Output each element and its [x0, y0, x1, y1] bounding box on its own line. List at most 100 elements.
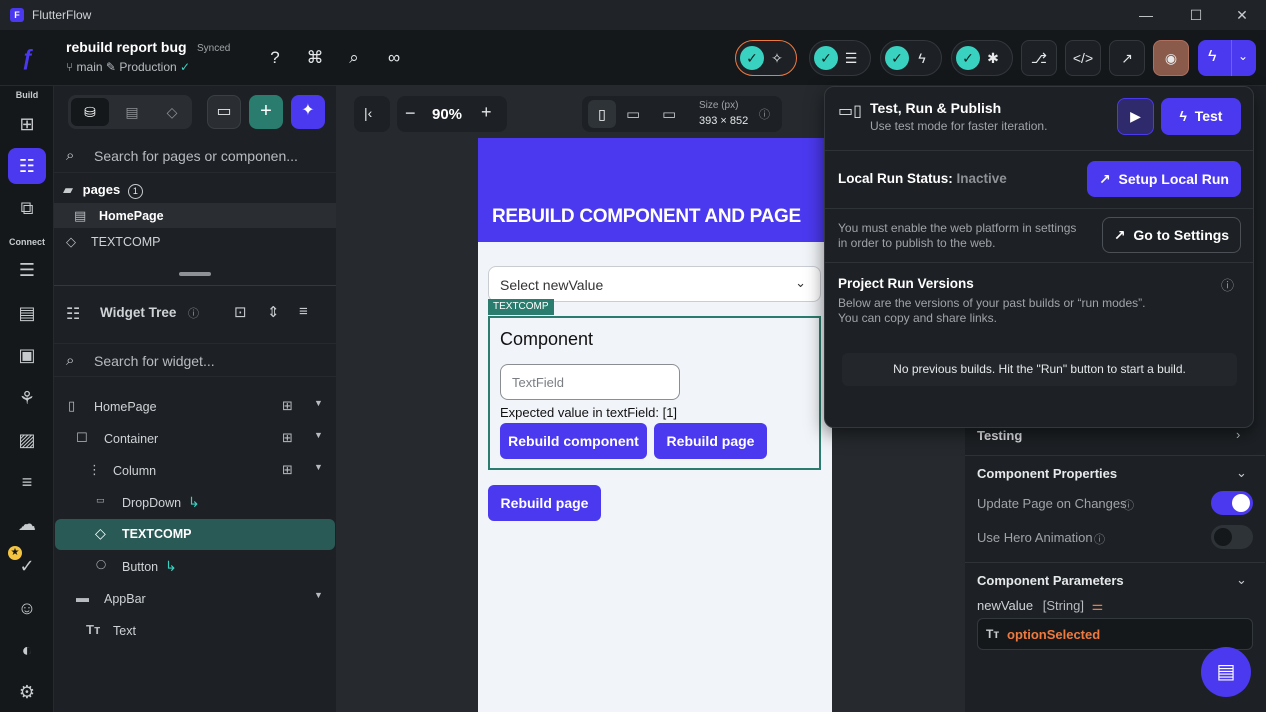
api-calls-icon[interactable]: ▣ [8, 337, 46, 373]
rebuild-page-inner-button[interactable]: Rebuild page [654, 423, 767, 459]
caret-down-icon[interactable]: ▼ [314, 398, 323, 408]
chevron-down-icon[interactable]: ⌄ [1236, 572, 1247, 588]
go-to-settings-button[interactable]: ↗ Go to Settings [1102, 217, 1241, 253]
chevron-right-icon[interactable]: › [1236, 427, 1240, 442]
components-tab-icon[interactable]: ◇ [153, 98, 191, 126]
widget-search[interactable]: ⌕ Search for widget... [54, 343, 336, 377]
caret-down-icon[interactable]: ▼ [314, 590, 323, 600]
rebuild-page-button[interactable]: Rebuild page [488, 485, 601, 521]
project-name[interactable]: rebuild report bug [66, 39, 187, 55]
command-icon[interactable]: ⌘ [303, 46, 327, 70]
cloud-functions-icon[interactable]: ☁ [8, 506, 46, 542]
zoom-in-button[interactable]: + [481, 102, 492, 123]
link-icon[interactable]: ∞ [382, 46, 406, 70]
component-properties-section[interactable]: Component Properties [977, 466, 1117, 481]
drag-handle[interactable] [179, 272, 211, 276]
component-parameters-section[interactable]: Component Parameters [977, 573, 1124, 588]
agents-icon[interactable]: ☺ [8, 590, 46, 626]
widget-search-input[interactable]: Search for widget... [94, 353, 215, 369]
tablet-device-icon[interactable]: ▭ [626, 105, 640, 123]
add-widget-icon[interactable]: ⊞ [8, 106, 46, 142]
minimize-button[interactable]: — [1126, 4, 1166, 26]
add-child-icon[interactable]: ⊞ [282, 430, 293, 446]
tree-row-button[interactable]: ◯ Button ↳ [54, 552, 336, 582]
check-icon: ✓ [180, 60, 191, 74]
setup-local-run-button[interactable]: ↗ Setup Local Run [1087, 161, 1241, 197]
settings-gear-icon[interactable]: ⚙ [8, 674, 46, 710]
code-icon[interactable]: </> [1065, 40, 1101, 76]
app-state-icon[interactable]: ▤ [8, 295, 46, 331]
local-run-status: Local Run Status: Inactive [838, 171, 1007, 186]
branching-icon[interactable]: ⎇ [1021, 40, 1057, 76]
chat-support-button[interactable]: ▤ [1201, 647, 1251, 697]
tree-row-text[interactable]: Tт Text [54, 616, 336, 646]
layers-tab-icon[interactable]: ▤ [113, 98, 151, 126]
test-button[interactable]: ϟ Test [1161, 98, 1241, 135]
ai-agent-pill[interactable]: ✓ ✧ [735, 40, 797, 76]
media-assets-icon[interactable]: ▨ [8, 422, 46, 458]
action-flow-icon[interactable]: ↳ [165, 558, 177, 575]
page-item[interactable]: ◇ TEXTCOMP [54, 230, 336, 254]
hero-animation-toggle[interactable] [1211, 525, 1253, 549]
tree-row-textcomp-selected[interactable]: ◇ TEXTCOMP [55, 519, 335, 550]
expand-collapse-icon[interactable]: ⇕ [267, 303, 280, 321]
theme-icon[interactable]: ◐ [8, 632, 46, 668]
pages-tab-icon[interactable]: ⛁ [71, 98, 109, 126]
tree-row-column[interactable]: ⋮ Column ⊞ ▼ [54, 456, 336, 486]
chevron-down-icon[interactable]: ⌄ [1236, 465, 1247, 481]
page-item-selected[interactable]: ▤ HomePage [54, 203, 336, 228]
open-external-icon[interactable]: ↗ [1109, 40, 1145, 76]
info-icon[interactable]: ⓘ [759, 106, 770, 122]
run-play-button[interactable]: ▶ [1117, 98, 1154, 135]
close-button[interactable]: ✕ [1222, 4, 1262, 26]
update-page-toggle[interactable] [1211, 491, 1253, 515]
info-icon[interactable]: ⓘ [1094, 531, 1105, 547]
info-icon[interactable]: ⓘ [1123, 497, 1134, 513]
panel-resize-divider[interactable] [54, 264, 336, 286]
database-icon[interactable]: ☰ [8, 252, 46, 288]
collapse-panel-button[interactable]: |‹ [354, 96, 390, 132]
pages-folder[interactable]: ▰ pages 1 [63, 182, 143, 199]
help-icon[interactable]: ? [263, 46, 287, 70]
add-page-button[interactable]: + [249, 95, 283, 129]
tree-row-appbar[interactable]: ▬ AppBar ▼ [54, 584, 336, 614]
caret-down-icon[interactable]: ▼ [314, 430, 323, 440]
textfield-widget[interactable]: TextField [500, 364, 680, 400]
search-icon[interactable]: ⌕ [342, 46, 366, 70]
folder-icon[interactable]: ▭ [207, 95, 241, 129]
info-icon[interactable]: ⓘ [188, 305, 199, 321]
page-search[interactable]: ⌕ Search for pages or componen... [54, 139, 336, 173]
tree-options-icon[interactable]: ≡ [299, 303, 308, 320]
tree-row-container[interactable]: ☐ Container ⊞ ▼ [54, 424, 336, 454]
info-icon[interactable]: ⓘ [1221, 275, 1234, 294]
page-search-input[interactable]: Search for pages or componen... [94, 148, 298, 164]
rebuild-component-button[interactable]: Rebuild component [500, 423, 647, 459]
storyboard-icon[interactable]: ⧉ [8, 190, 46, 226]
ai-generate-icon[interactable]: ✦ [291, 95, 325, 129]
caret-down-icon[interactable]: ▼ [314, 462, 323, 472]
tree-row-dropdown[interactable]: ▭ DropDown ↳ [54, 488, 336, 518]
widget-tree-icon[interactable]: ☷ [8, 148, 46, 184]
action-flow-icon[interactable]: ↳ [188, 494, 200, 511]
performance-pill[interactable]: ✓ ϟ [880, 40, 942, 76]
zoom-out-button[interactable]: − [405, 103, 416, 124]
desktop-device-icon[interactable]: ▭ [662, 105, 676, 123]
testing-section[interactable]: Testing [977, 428, 1022, 443]
phone-device-icon[interactable]: ▯ [588, 100, 616, 128]
chat-pill[interactable]: ✓ ☰ [809, 40, 871, 76]
add-child-icon[interactable]: ⊞ [282, 462, 293, 478]
preview-eye-icon[interactable]: ◉ [1153, 40, 1189, 76]
branch-info[interactable]: ⑂ main ✎ Production ✓ [66, 60, 190, 74]
debug-pill[interactable]: ✓ ✱ [951, 40, 1013, 76]
param-settings-icon[interactable]: ⚌ [1092, 598, 1104, 613]
param-value-input[interactable]: Tт optionSelected [977, 618, 1253, 650]
dropdown-widget[interactable]: Select newValue ⌄ [488, 266, 821, 302]
run-menu-button[interactable]: ϟ ⌄ [1198, 40, 1256, 76]
lock-icon[interactable]: ⊡ [234, 303, 247, 321]
tree-row-homepage[interactable]: ▯ HomePage ⊞ ▼ [54, 392, 336, 422]
custom-code-icon[interactable]: ≡ [8, 464, 46, 500]
add-child-icon[interactable]: ⊞ [282, 398, 293, 414]
flutterflow-brand-icon[interactable]: ƒ [12, 42, 44, 74]
maximize-button[interactable]: ☐ [1176, 4, 1216, 26]
integrations-icon[interactable]: ⚘ [8, 380, 46, 416]
